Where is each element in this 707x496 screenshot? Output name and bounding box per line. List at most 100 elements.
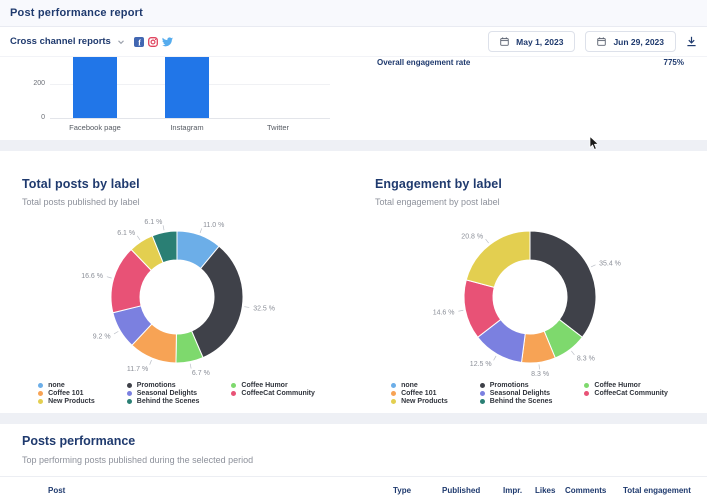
legend-color-dot [231, 383, 236, 388]
donut-percent-label: 20.8 % [461, 233, 483, 240]
legend-item-none[interactable]: none [38, 382, 95, 389]
donut-percent-label: 8.3 % [576, 356, 594, 363]
report-selector-label: Cross channel reports [10, 36, 111, 47]
calendar-icon [597, 37, 606, 46]
download-icon[interactable] [686, 36, 697, 47]
legend-label: Behind the Scenes [490, 398, 553, 405]
x-category-label: Twitter [233, 123, 323, 132]
legend-label: Promotions [137, 382, 176, 389]
donut-percent-label: 6.1 % [144, 219, 162, 226]
panel-subtitle: Total engagement by post label [375, 197, 706, 207]
donut-percent-label: 11.7 % [126, 366, 147, 373]
x-axis-line [50, 118, 330, 119]
channel-icons: f [134, 36, 173, 47]
legend-color-dot [480, 399, 485, 404]
column-header-comments: Comments [565, 486, 606, 495]
legend-item-coffeecat-community[interactable]: CoffeeCat Community [584, 390, 668, 397]
legend-item-new-products[interactable]: New Products [391, 398, 448, 405]
legend-label: Coffee 101 [401, 390, 436, 397]
y-tick-200: 200 [19, 80, 45, 87]
posts-performance-subtitle: Top performing posts published during th… [22, 455, 253, 465]
legend-item-seasonal-delights[interactable]: Seasonal Delights [480, 390, 553, 397]
donut-percent-label: 32.5 % [253, 306, 275, 313]
legend-item-coffee-humor[interactable]: Coffee Humor [231, 382, 315, 389]
bar-instagram[interactable] [165, 57, 209, 118]
legend-item-coffee-humor[interactable]: Coffee Humor [584, 382, 668, 389]
legend-color-dot [127, 399, 132, 404]
legend-item-seasonal-delights[interactable]: Seasonal Delights [127, 390, 200, 397]
legend-label: New Products [401, 398, 448, 405]
instagram-icon[interactable] [148, 37, 158, 47]
donut-percent-label: 9.2 % [92, 333, 110, 340]
column-header-published: Published [442, 486, 480, 495]
legend-label: CoffeeCat Community [594, 390, 668, 397]
donut-percent-label: 8.3 % [531, 371, 549, 378]
legend-label: none [401, 382, 418, 389]
posts-performance-card: Posts performance Top performing posts p… [0, 424, 707, 496]
column-header-post: Post [48, 486, 65, 495]
legend-item-coffeecat-community[interactable]: CoffeeCat Community [231, 390, 315, 397]
column-header-type: Type [393, 486, 411, 495]
calendar-icon [500, 37, 509, 46]
chart-legend: noneCoffee 101New Products PromotionsSeas… [0, 382, 353, 405]
x-category-label: Facebook page [50, 123, 140, 132]
facebook-icon[interactable]: f [134, 37, 144, 47]
date-to-button[interactable]: Jun 29, 2023 [585, 31, 676, 52]
column-header-likes: Likes [535, 486, 555, 495]
x-category-label: Instagram [142, 123, 232, 132]
app-header: Post performance report [0, 0, 707, 27]
donut-chart-posts: 11.0 %32.5 %6.7 %11.7 %9.2 %16.6 %6.1 %6… [0, 217, 353, 377]
legend-item-coffee-101[interactable]: Coffee 101 [38, 390, 95, 397]
panel-title: Total posts by label [22, 177, 353, 191]
legend-label: Behind the Scenes [137, 398, 200, 405]
report-screen: Post performance report Cross channel re… [0, 0, 707, 496]
date-from-button[interactable]: May 1, 2023 [488, 31, 575, 52]
report-type-selector[interactable]: Cross channel reports [10, 36, 125, 47]
legend-color-dot [584, 391, 589, 396]
legend-color-dot [584, 383, 589, 388]
report-toolbar: Cross channel reports f [0, 27, 707, 57]
page-title: Post performance report [10, 7, 143, 19]
legend-label: Coffee Humor [241, 382, 287, 389]
panel-subtitle: Total posts published by label [22, 197, 353, 207]
donut-chart-engagement: 35.4 %8.3 %8.3 %12.5 %14.6 %20.8 % [353, 217, 706, 377]
legend-label: Coffee Humor [594, 382, 640, 389]
donut-percent-label: 6.1 % [117, 230, 135, 237]
legend-color-dot [231, 391, 236, 396]
legend-item-none[interactable]: none [391, 382, 448, 389]
legend-color-dot [391, 399, 396, 404]
legend-item-new-products[interactable]: New Products [38, 398, 95, 405]
legend-item-behind-the-scenes[interactable]: Behind the Scenes [480, 398, 553, 405]
labels-card: Total posts by label Total posts publish… [0, 151, 707, 413]
panel-title: Engagement by label [375, 177, 706, 191]
y-tick-0: 0 [19, 114, 45, 121]
legend-label: CoffeeCat Community [241, 390, 315, 397]
legend-label: Seasonal Delights [490, 390, 550, 397]
legend-item-promotions[interactable]: Promotions [127, 382, 200, 389]
channels-overview-card: 200 0 Facebook pageInstagramTwitter Overal… [0, 57, 707, 140]
total-posts-by-label-panel: Total posts by label Total posts publish… [0, 151, 353, 413]
engagement-by-label-panel: Engagement by label Total engagement by … [353, 151, 706, 413]
legend-color-dot [391, 383, 396, 388]
engagement-rate-label: Overall engagement rate [377, 58, 470, 67]
legend-item-coffee-101[interactable]: Coffee 101 [391, 390, 448, 397]
bar-facebook-page[interactable] [73, 57, 117, 118]
donut-percent-label: 12.5 % [469, 361, 491, 368]
legend-item-promotions[interactable]: Promotions [480, 382, 553, 389]
chevron-down-icon [117, 38, 125, 46]
legend-color-dot [480, 383, 485, 388]
legend-color-dot [38, 399, 43, 404]
svg-text:f: f [138, 38, 141, 46]
donut-slice-promotions[interactable] [530, 231, 596, 337]
legend-label: Coffee 101 [48, 390, 83, 397]
column-header-total-engagement: Total engagement [623, 486, 691, 495]
toolbar-right: May 1, 2023 Jun 29, 2023 [488, 31, 697, 52]
twitter-icon[interactable] [162, 36, 173, 47]
legend-label: Promotions [490, 382, 529, 389]
donut-percent-label: 14.6 % [432, 310, 454, 317]
date-to-value: Jun 29, 2023 [613, 37, 664, 47]
legend-item-behind-the-scenes[interactable]: Behind the Scenes [127, 398, 200, 405]
legend-color-dot [38, 383, 43, 388]
posts-per-channel-chart: 200 0 Facebook pageInstagramTwitter [0, 57, 353, 140]
donut-percent-label: 11.0 % [203, 222, 224, 229]
